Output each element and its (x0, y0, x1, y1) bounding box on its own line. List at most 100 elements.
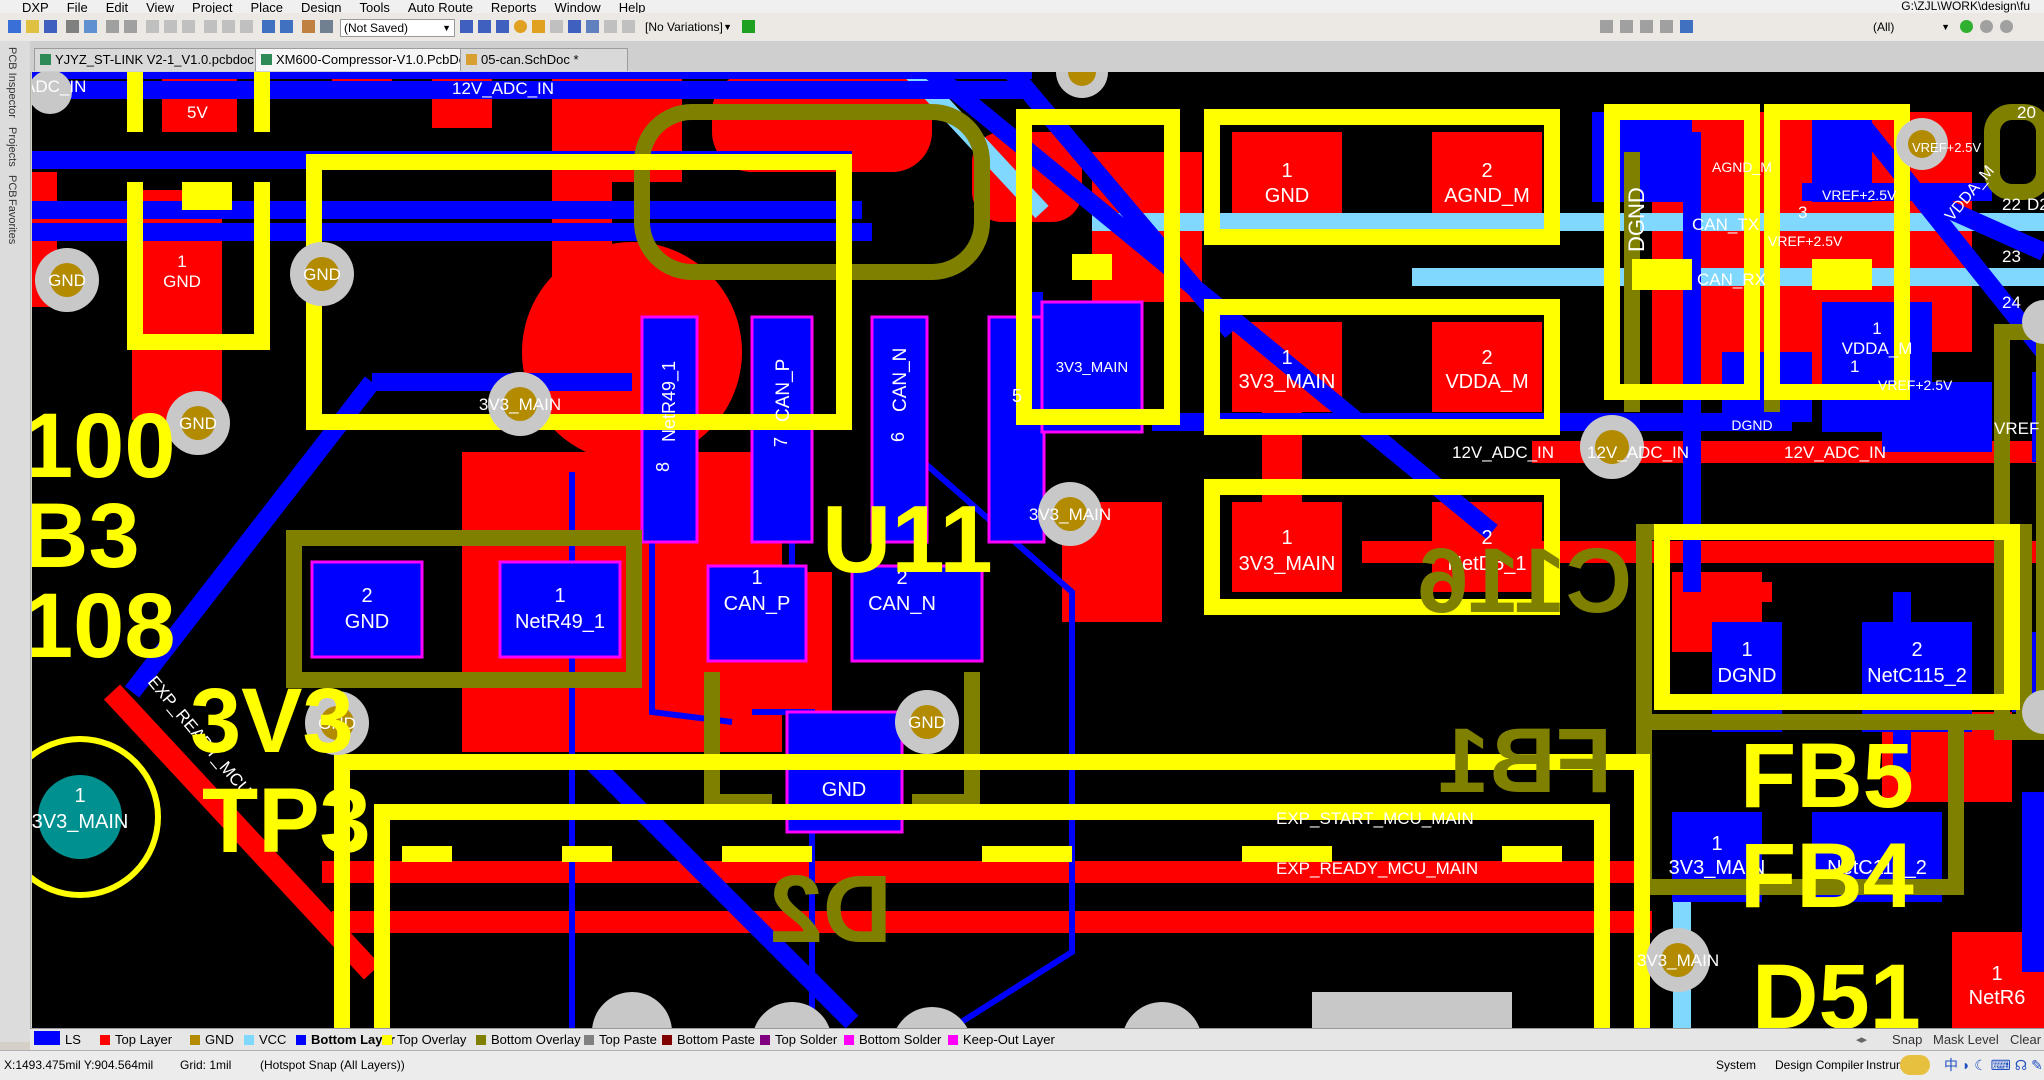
tab-label: XM600-Compressor-V1.0.PcbDoc (276, 52, 473, 67)
print-icon[interactable] (66, 20, 79, 33)
pad-right-edge (2022, 792, 2044, 972)
net-can-n-vert: CAN_N (890, 348, 911, 412)
menu-tools[interactable]: Tools (360, 1, 390, 13)
pad-icon[interactable] (532, 20, 545, 33)
navigate-icon[interactable] (1680, 20, 1693, 33)
move-icon[interactable] (222, 20, 235, 33)
menu-file[interactable]: File (67, 1, 88, 13)
interactive-route-icon[interactable] (496, 20, 509, 33)
via-icon[interactable] (514, 20, 527, 33)
cut-icon[interactable] (146, 20, 159, 33)
svg-text:1: 1 (1281, 160, 1292, 182)
variations-combo[interactable]: [No Variations] ▼ (642, 19, 735, 35)
layer-tab-ls[interactable]: LS (34, 1029, 81, 1051)
silk-tp3: TP3 (202, 770, 371, 872)
select-icon[interactable] (204, 20, 217, 33)
fill-icon[interactable] (568, 20, 581, 33)
rules-icon[interactable] (1660, 20, 1673, 33)
redo-icon[interactable] (280, 20, 293, 33)
clear-button[interactable]: Clear (2010, 1030, 2041, 1050)
layer-tab-vcc[interactable]: VCC (244, 1029, 286, 1051)
layer-tab-top-layer[interactable]: Top Layer (100, 1029, 172, 1051)
back-icon[interactable] (1960, 20, 1973, 33)
snap-button[interactable]: Snap (1892, 1030, 1922, 1050)
tab-st-link-pcb[interactable]: YJYZ_ST-LINK V2-1_V1.0.pcbdoc * (34, 48, 270, 71)
save-status-combo[interactable]: (Not Saved) ▼ (340, 19, 455, 37)
undo-icon[interactable] (262, 20, 275, 33)
svg-text:2: 2 (1481, 160, 1492, 182)
pcb-canvas[interactable]: ADC_IN 12V_ADC_IN 5V GND 1 GND GND GND G… (32, 72, 2044, 1028)
tab-can-schdoc[interactable]: 05-can.SchDoc * (460, 48, 628, 71)
route-icon[interactable] (460, 20, 473, 33)
panel-tab-projects[interactable]: Projects (6, 127, 18, 167)
layer-tab-top-overlay[interactable]: Top Overlay (382, 1029, 466, 1051)
layer-scroll-icon[interactable]: ◂▸ (1856, 1030, 1867, 1050)
tab-xm600-pcb[interactable]: XM600-Compressor-V1.0.PcbDoc (255, 48, 483, 71)
panel-tab-pcb-inspector[interactable]: PCB Inspector (6, 47, 18, 118)
component-icon[interactable] (622, 20, 635, 33)
zoom-area-icon[interactable] (124, 20, 137, 33)
panel-tab-pcb[interactable]: PCB (6, 175, 18, 198)
via-gnd-1: GND (48, 271, 86, 290)
silk-fb5: FB5 (1740, 725, 1914, 827)
layout-icon[interactable] (1600, 20, 1613, 33)
menu-project[interactable]: Project (192, 1, 232, 13)
deselect-icon[interactable] (240, 20, 253, 33)
new-icon[interactable] (8, 20, 21, 33)
layer-name: Keep-Out Layer (963, 1032, 1055, 1047)
panel-tab-favorites[interactable]: Favorites (6, 199, 18, 244)
variant-icon[interactable] (742, 20, 755, 33)
layer-tab-bottom-overlay[interactable]: Bottom Overlay (476, 1029, 581, 1051)
layer-tab-bottom-solder[interactable]: Bottom Solder (844, 1029, 941, 1051)
svg-text:1: 1 (1741, 639, 1752, 661)
home-icon[interactable] (2000, 20, 2013, 33)
menu-auto-route[interactable]: Auto Route (408, 1, 473, 13)
net-vref-1: VREF+2.5V (1822, 187, 1897, 203)
paste-icon[interactable] (182, 20, 195, 33)
grid-icon[interactable] (1640, 20, 1653, 33)
menu-place[interactable]: Place (251, 1, 284, 13)
pad-tp3-label: 3V3_MAIN (32, 811, 128, 833)
menu-reports[interactable]: Reports (491, 1, 537, 13)
layer-tab-top-solder[interactable]: Top Solder (760, 1029, 837, 1051)
browse-icon[interactable] (320, 20, 333, 33)
svg-text:2: 2 (1481, 347, 1492, 369)
ime-icon[interactable] (1900, 1055, 1930, 1075)
net-netr6: NetR6 (1969, 987, 2026, 1009)
design-compiler-button[interactable]: Design Compiler (1775, 1058, 1864, 1072)
copy-icon[interactable] (164, 20, 177, 33)
layer-tab-keep-out[interactable]: Keep-Out Layer (948, 1029, 1055, 1051)
ime-toolbar-icon[interactable]: 中 ◗ ☾ ⌨ ☊ ✎ (1944, 1058, 2043, 1072)
save-icon[interactable] (44, 20, 57, 33)
zoom-fit-icon[interactable] (106, 20, 119, 33)
arc-icon[interactable] (550, 20, 563, 33)
menu-design[interactable]: Design (301, 1, 341, 13)
open-icon[interactable] (26, 20, 39, 33)
menu-help[interactable]: Help (619, 1, 646, 13)
pad-netc115-label: NetC115_2 (1867, 665, 1967, 687)
system-panel-button[interactable]: System (1716, 1058, 1756, 1072)
align-icon[interactable] (1620, 20, 1633, 33)
pad-dgnd-c115-label: DGND (1718, 665, 1777, 687)
via-gnd-2: GND (303, 265, 341, 284)
menu-edit[interactable]: Edit (106, 1, 128, 13)
diff-pair-icon[interactable] (478, 20, 491, 33)
layer-tab-bottom-paste[interactable]: Bottom Paste (662, 1029, 755, 1051)
pencil-icon[interactable] (302, 20, 315, 33)
layer-name: VCC (259, 1032, 287, 1047)
layer-tab-gnd[interactable]: GND (190, 1029, 234, 1051)
layer-tab-bottom-layer[interactable]: Bottom Layer (296, 1029, 395, 1051)
pad-3v3-r3-label: 3V3_MAIN (1239, 553, 1336, 575)
menu-dxp[interactable]: DXP (22, 1, 49, 13)
filter-combo[interactable]: (All) ▼ (1870, 19, 1953, 35)
zoom-icon[interactable] (84, 20, 97, 33)
forward-icon[interactable] (1980, 20, 1993, 33)
menu-window[interactable]: Window (554, 1, 600, 13)
string-icon[interactable] (604, 20, 617, 33)
pad-netr49-label: NetR49_1 (515, 611, 605, 633)
polygon-icon[interactable] (586, 20, 599, 33)
layer-tab-top-paste[interactable]: Top Paste (584, 1029, 657, 1051)
mask-level-button[interactable]: Mask Level (1933, 1030, 1999, 1050)
menu-view[interactable]: View (146, 1, 174, 13)
pad-gnd-bottom (310, 560, 424, 659)
